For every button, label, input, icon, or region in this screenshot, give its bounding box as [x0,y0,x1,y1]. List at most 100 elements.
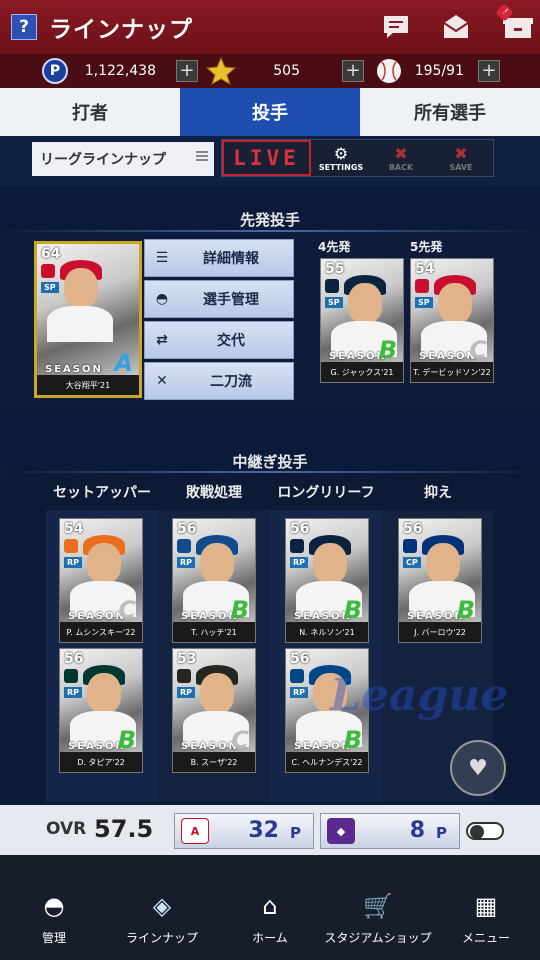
card-grade: B [378,336,397,364]
starters-title: 先発投手 [239,211,300,229]
team-logo-icon [177,669,191,683]
tab-pitchers[interactable]: 投手 [180,88,360,136]
star-icon [206,57,236,85]
card-ovr: 55 [325,261,345,277]
nav-management[interactable]: ◓ 管理 [0,855,108,960]
player-head [200,543,234,583]
menu-lines-icon [196,151,208,161]
league-points-unit: P [436,824,447,842]
points-icon: P [42,58,68,84]
player-card[interactable]: 54 SP SEASON C T. デービッドソン'22 [410,258,494,383]
card-grade: C [118,596,136,624]
card-ovr: 54 [64,521,84,537]
player-head [438,283,472,323]
nav-menu[interactable]: ▦ メニュー [432,855,540,960]
column-header-setup: セットアッパー [53,485,151,501]
card-ovr: 56 [64,651,84,667]
undo-icon: ✖ [394,143,408,163]
add-points-button[interactable]: + [176,60,198,82]
add-balls-button[interactable]: + [478,60,500,82]
menu-swap-label: 交代 [217,333,245,349]
team-points-unit: P [290,824,301,842]
league-logo-icon: ◆ [327,818,355,844]
player-card[interactable]: 55 SP SEASON B G. ジャックス'21 [320,258,404,383]
team-logo-icon [325,279,339,293]
card-ovr: 56 [290,521,310,537]
menu-details-label: 詳細情報 [203,251,259,267]
card-player-name: B. スーザ'22 [173,752,255,772]
nav-stadium-shop[interactable]: 🛒 スタジアムショップ [324,855,432,960]
player-card[interactable]: 56 RP SEASON B D. タピア'22 [59,648,143,773]
team-logo-icon [290,669,304,683]
team-points-box[interactable]: A 32 P [174,813,314,849]
player-card[interactable]: 54 RP SEASON C P. ムシンスキー'22 [59,518,143,643]
card-ovr: 56 [403,521,423,537]
nav-lineup-label: ラインナップ [125,931,198,945]
menu-details[interactable]: ☰ 詳細情報 [144,239,294,277]
chat-icon[interactable] [381,13,411,41]
top-header: ? ラインナップ ! [0,0,540,54]
heart-plus-icon: ♥ [468,755,488,781]
card-ovr: 54 [415,261,435,277]
cap-icon: ◓ [155,291,169,307]
person-list-icon: ☰ [155,250,169,266]
live-controls: LIVE ⚙ SETTINGS ✖ BACK ✖ SAVE [221,139,494,177]
save-button[interactable]: ✖ SAVE [431,140,491,176]
nav-home[interactable]: ⌂ ホーム [216,855,324,960]
add-stars-button[interactable]: + [342,60,364,82]
league-lineup-label: リーグラインナップ [40,152,166,168]
column-header-long: ロングリリーフ [277,485,375,501]
menu-two-way[interactable]: ✕ 二刀流 [144,362,294,400]
tab-batters[interactable]: 打者 [0,88,180,136]
menu-two-way-label: 二刀流 [210,374,252,390]
league-lineup-button[interactable]: リーグラインナップ [32,142,214,176]
help-button[interactable]: ? [11,14,37,40]
team-logo-icon [64,539,78,553]
card-grade: C [231,726,249,754]
mail-icon[interactable] [441,13,471,41]
back-label: BACK [388,162,414,172]
card-player-name: G. ジャックス'21 [321,362,403,382]
player-card[interactable]: 56 RP SEASON B T. ハッチ'21 [172,518,256,643]
player-head [426,543,460,583]
save-disabled-icon: ✖ [454,143,468,163]
card-grade: B [343,726,362,754]
card-player-name: N. ネルソン'21 [286,622,368,642]
card-player-name: T. ハッチ'21 [173,622,255,642]
toggle-switch[interactable] [466,822,504,840]
card-position: SP [415,297,433,308]
card-position: RP [177,687,196,698]
card-player-name: J. バーロウ'22 [399,622,481,642]
player-card[interactable]: 56 CP SEASON B J. バーロウ'22 [398,518,482,643]
player-uniform [47,306,113,342]
team-logo-icon [64,669,78,683]
nav-stadium-shop-label: スタジアムショップ [324,931,432,945]
back-button[interactable]: ✖ BACK [371,140,431,176]
card-grade: C [469,336,487,364]
menu-player-management[interactable]: ◓ 選手管理 [144,280,294,318]
live-button[interactable]: LIVE [222,140,311,176]
team-logo-icon [41,264,55,278]
angels-logo-icon: A [181,818,209,844]
nav-home-label: ホーム [252,931,288,945]
tab-owned-players[interactable]: 所有選手 [360,88,540,136]
menu-swap[interactable]: ⇄ 交代 [144,321,294,359]
slot-4-label: 4先発 [318,240,351,254]
toggle-knob [470,825,484,839]
league-points-box[interactable]: ◆ 8 P [320,813,460,849]
card-position: RP [64,687,83,698]
nav-lineup[interactable]: ◈ ラインナップ [108,855,216,960]
baseball-icon [377,59,401,83]
ovr-value: 57.5 [94,815,154,843]
favorite-button[interactable]: ♥ [450,740,506,796]
player-card[interactable]: 64 SP SEASON A 大谷翔平'21 [34,241,142,398]
points-value: 1,122,438 [84,63,156,79]
card-grade: B [456,596,475,624]
gear-icon: ⚙ [333,143,349,163]
player-card[interactable]: 56 RP SEASON B N. ネルソン'21 [285,518,369,643]
settings-button[interactable]: ⚙ SETTINGS [311,140,371,176]
player-card[interactable]: 53 RP SEASON C B. スーザ'22 [172,648,256,773]
card-ovr: 64 [41,246,61,262]
card-grade: B [117,726,136,754]
card-ovr: 53 [177,651,197,667]
